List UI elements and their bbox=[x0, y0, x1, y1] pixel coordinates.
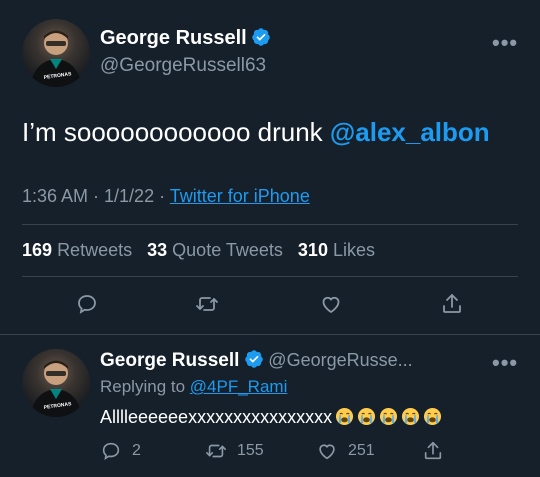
share-button[interactable] bbox=[438, 290, 466, 318]
reply-icon bbox=[78, 295, 96, 314]
crying-emoji-icon bbox=[402, 407, 420, 426]
retweet-icon bbox=[206, 444, 226, 458]
tweet-stats: 169 Retweets 33 Quote Tweets 310 Likes bbox=[22, 240, 375, 261]
author-handle[interactable]: @GeorgeRussell63 bbox=[100, 55, 266, 77]
reply-retweet-button[interactable]: 155 bbox=[205, 440, 264, 462]
tweet-source-link[interactable]: Twitter for iPhone bbox=[170, 186, 310, 206]
verified-badge-icon bbox=[245, 350, 263, 368]
crying-emoji-icon bbox=[424, 407, 442, 426]
retweets-stat[interactable]: 169 Retweets bbox=[22, 240, 132, 260]
reply-author-handle[interactable]: @GeorgeRusse... bbox=[268, 350, 412, 370]
more-options-button[interactable]: ••• bbox=[492, 30, 518, 56]
reply-text: Alllleeeeeexxxxxxxxxxxxxxxx bbox=[100, 407, 442, 428]
replying-to: Replying to @4PF_Rami bbox=[100, 377, 287, 397]
tweet-body: I’m soooooooooooo drunk bbox=[22, 117, 323, 147]
author-name-row: George Russell bbox=[100, 27, 271, 50]
author-name[interactable]: George Russell bbox=[100, 27, 247, 49]
reply-share-button[interactable] bbox=[422, 440, 444, 462]
mention-link[interactable]: @alex_albon bbox=[330, 117, 490, 147]
reply-count: 2 bbox=[132, 442, 141, 459]
share-icon bbox=[443, 294, 461, 313]
divider bbox=[0, 334, 540, 335]
reply-reply-button[interactable]: 2 bbox=[100, 440, 141, 462]
reply-header: George Russell @GeorgeRusse... bbox=[100, 349, 413, 372]
like-count: 251 bbox=[348, 442, 375, 459]
crying-emoji-icon bbox=[380, 407, 398, 426]
divider bbox=[22, 276, 518, 277]
reply-body: Alllleeeeeexxxxxxxxxxxxxxxx bbox=[100, 407, 333, 427]
reply-author-name[interactable]: George Russell bbox=[100, 350, 239, 371]
verified-badge-icon bbox=[252, 28, 270, 46]
retweet-button[interactable] bbox=[193, 290, 221, 318]
like-icon bbox=[322, 296, 340, 314]
like-button[interactable] bbox=[317, 290, 345, 318]
quote-tweets-stat[interactable]: 33 Quote Tweets bbox=[147, 240, 283, 260]
likes-stat[interactable]: 310 Likes bbox=[298, 240, 375, 260]
reply-button[interactable] bbox=[73, 290, 101, 318]
avatar-photo: PETRONAS bbox=[30, 360, 82, 417]
tweet-meta: 1:36 AM · 1/1/22 · Twitter for iPhone bbox=[22, 186, 310, 207]
retweet-icon bbox=[196, 297, 218, 311]
crying-emoji-icon bbox=[336, 407, 354, 426]
reply-more-options-button[interactable]: ••• bbox=[492, 350, 518, 376]
divider bbox=[22, 224, 518, 225]
tweet-timestamp[interactable]: 1:36 AM · 1/1/22 · bbox=[22, 186, 170, 206]
emoji-row bbox=[332, 407, 442, 427]
like-icon bbox=[319, 444, 335, 460]
reply-like-button[interactable]: 251 bbox=[316, 440, 375, 462]
replying-to-prefix: Replying to bbox=[100, 377, 190, 396]
retweet-count: 155 bbox=[237, 442, 264, 459]
avatar-photo: PETRONAS bbox=[30, 30, 82, 87]
replying-to-link[interactable]: @4PF_Rami bbox=[190, 377, 288, 396]
author-avatar[interactable]: PETRONAS bbox=[22, 19, 90, 87]
reply-author-avatar[interactable]: PETRONAS bbox=[22, 349, 90, 417]
crying-emoji-icon bbox=[358, 407, 376, 426]
share-icon bbox=[424, 441, 442, 460]
reply-icon bbox=[102, 442, 120, 461]
tweet-text: I’m soooooooooooo drunk @alex_albon bbox=[22, 117, 490, 148]
